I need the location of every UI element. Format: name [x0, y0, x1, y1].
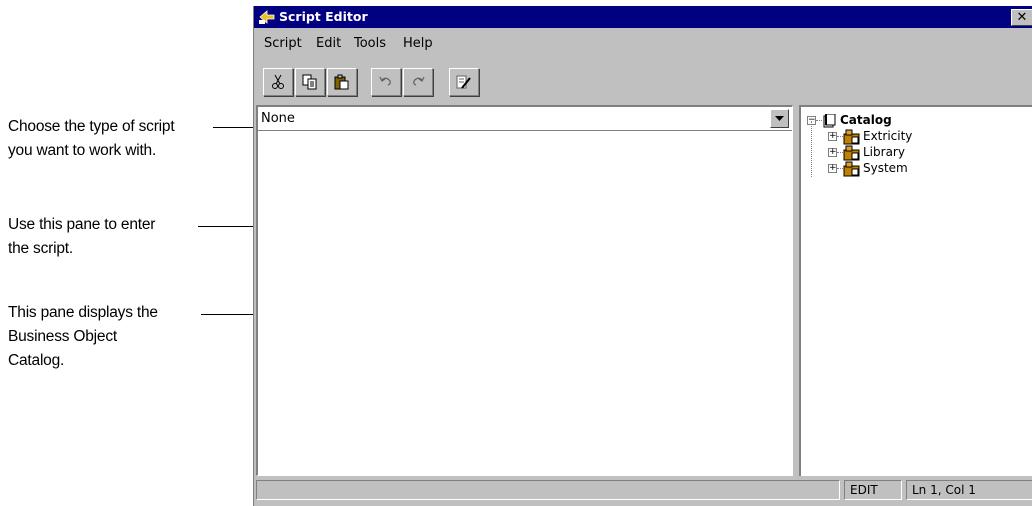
chevron-down-icon	[775, 116, 784, 121]
dropdown-button[interactable]	[770, 109, 789, 128]
cut-icon	[272, 74, 284, 89]
script-type-select[interactable]: None	[258, 107, 792, 131]
menu-help[interactable]: Help	[403, 36, 433, 51]
tree-label: Library	[863, 145, 905, 159]
expand-icon[interactable]: +	[828, 148, 837, 157]
copy-icon	[302, 74, 317, 90]
window-title: Script Editor	[279, 9, 368, 24]
tree-label: Extricity	[863, 129, 913, 143]
menu-tools[interactable]: Tools	[354, 36, 386, 51]
undo-button[interactable]	[371, 68, 401, 96]
redo-icon	[413, 76, 425, 86]
callout-line-text: This pane displays the	[8, 304, 158, 321]
callout-leader-line	[213, 127, 257, 128]
book-icon	[823, 114, 836, 128]
package-icon	[843, 145, 860, 161]
catalog-pane: − Catalog + Extricity + Library + System	[799, 105, 1032, 476]
menu-script[interactable]: Script	[264, 36, 302, 51]
paste-icon	[334, 74, 349, 90]
status-mode: EDIT	[844, 480, 902, 500]
callout-line-text: Use this pane to enter	[8, 216, 156, 233]
callout-line-text: the script.	[8, 240, 73, 257]
callout-line-text: Catalog.	[8, 352, 65, 369]
catalog-tree: − Catalog + Extricity + Library + System	[807, 113, 947, 177]
paste-button[interactable]	[327, 68, 357, 96]
callout-line-text: Choose the type of script	[8, 118, 175, 135]
title-bar[interactable]: Script Editor ✕	[254, 6, 1032, 28]
undo-icon	[379, 76, 391, 86]
script-editor-window: Script Editor ✕ Script Edit Tools Help N…	[253, 6, 1032, 506]
status-position: Ln 1, Col 1	[906, 480, 1032, 500]
package-icon	[843, 129, 860, 145]
edit-script-button[interactable]	[449, 68, 479, 96]
package-icon	[843, 161, 860, 177]
tree-label: Catalog	[840, 113, 892, 127]
expand-icon[interactable]: +	[828, 164, 837, 173]
tree-root-catalog[interactable]: − Catalog	[807, 113, 927, 129]
copy-button[interactable]	[295, 68, 325, 96]
tree-item-extricity[interactable]: + Extricity	[807, 121, 947, 177]
app-icon	[259, 10, 275, 24]
callout-catalog-pane: This pane displays the Business Object C…	[8, 301, 158, 373]
status-bar: EDIT Ln 1, Col 1	[256, 480, 1032, 500]
tree-item-library[interactable]: + Library	[807, 145, 947, 161]
cut-button[interactable]	[263, 68, 293, 96]
redo-button[interactable]	[403, 68, 433, 96]
tree-label: System	[863, 161, 908, 175]
script-type-value: None	[261, 111, 295, 126]
callout-script-type: Choose the type of script you want to wo…	[8, 115, 175, 163]
toolbar	[254, 64, 1032, 98]
callout-script-pane: Use this pane to enter the script.	[8, 213, 155, 261]
close-button[interactable]: ✕	[1011, 9, 1032, 26]
callout-line-text: you want to work with.	[8, 142, 157, 159]
status-message	[256, 480, 840, 500]
script-editor-textarea[interactable]	[258, 131, 792, 475]
menu-bar: Script Edit Tools Help	[254, 28, 1032, 54]
callout-line-text: Business Object	[8, 328, 117, 345]
tree-item-system[interactable]: + System	[807, 161, 947, 177]
menu-edit[interactable]: Edit	[316, 36, 341, 51]
script-pane: None	[256, 105, 793, 476]
edit-script-icon	[456, 75, 471, 89]
expand-icon[interactable]: +	[828, 132, 837, 141]
